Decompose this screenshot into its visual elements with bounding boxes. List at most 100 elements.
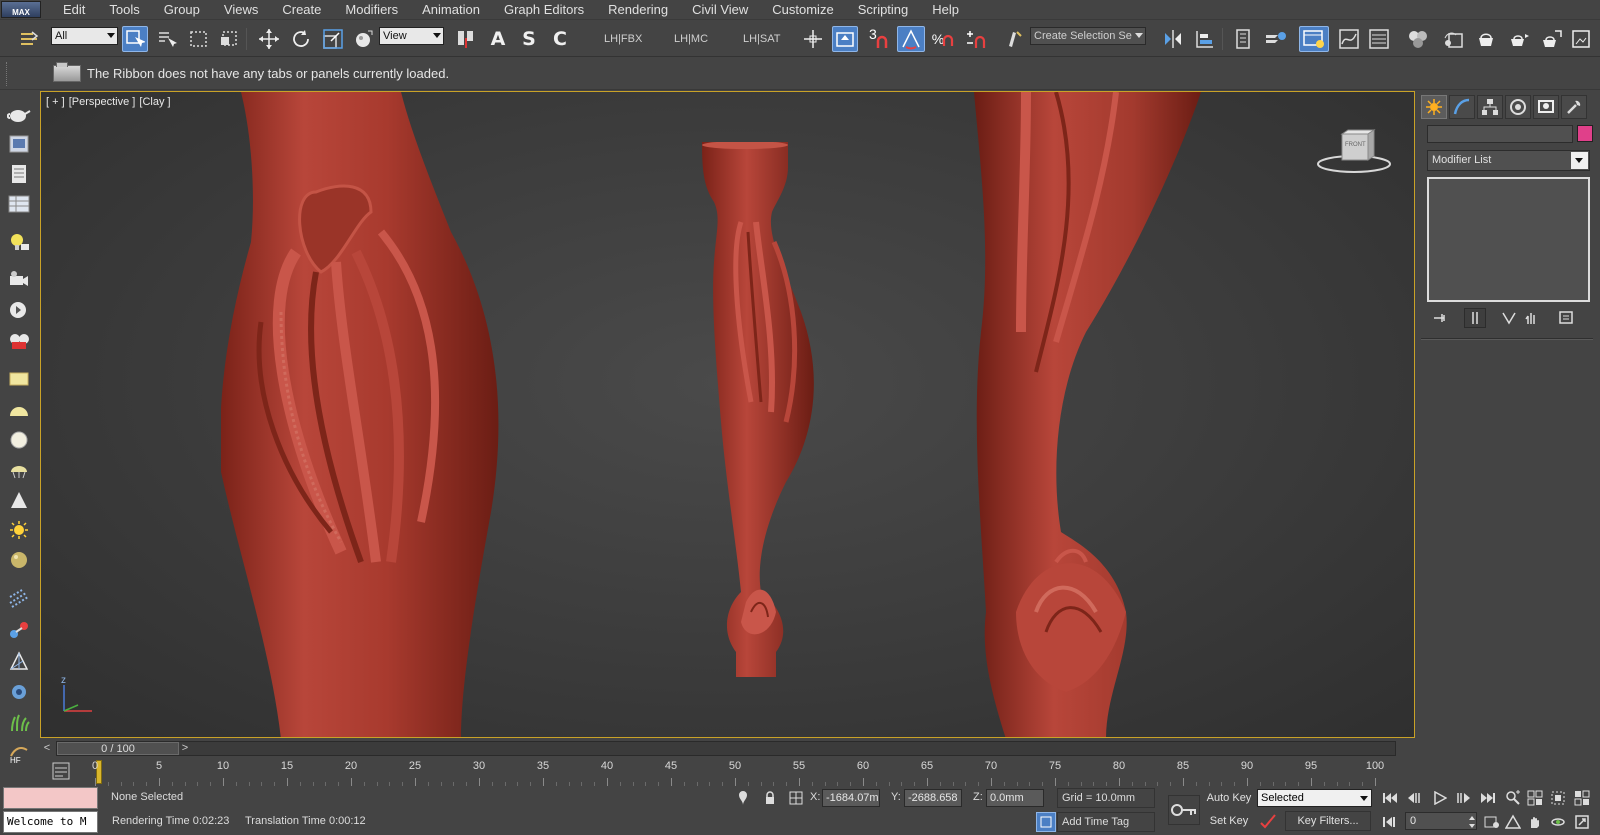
gear-icon[interactable] [6,680,32,704]
menu-civil-view[interactable]: Civil View [680,0,760,19]
modifier-list-dropdown[interactable]: Modifier List [1427,150,1590,171]
z-coordinate-field[interactable]: 0.0mm [986,789,1044,807]
hemisphere-icon[interactable] [6,398,32,422]
teapot-icon[interactable] [6,102,32,126]
viewport-menu-plus[interactable]: [ + ] [46,96,65,108]
menu-customize[interactable]: Customize [760,0,845,19]
rectangular-selection-button[interactable] [186,26,212,52]
list-panel-icon[interactable] [6,162,32,186]
carved-leg-right-closeup[interactable] [966,92,1206,738]
percent-snap-icon[interactable]: % [930,26,956,52]
viewport-label[interactable]: [ + ] [Perspective ] [Clay ] [46,96,172,108]
app-logo[interactable]: MAX [1,1,41,18]
zoom-extents-icon[interactable] [1548,788,1568,808]
angle-snap-button[interactable] [897,26,925,52]
play-icon[interactable] [1430,788,1450,808]
object-color-swatch[interactable] [1577,125,1593,142]
object-name-field[interactable] [1427,125,1573,143]
time-slider-track[interactable]: 0 / 100 [56,741,1396,756]
sphere-icon[interactable] [6,428,32,452]
y-coordinate-field[interactable]: -2688.658 [904,789,962,807]
letter-s-button[interactable]: S [517,26,541,52]
reference-coordinate-dropdown[interactable]: View [379,27,444,45]
carved-leg-left-closeup[interactable] [221,92,511,738]
previous-frame-icon[interactable] [1405,788,1425,808]
sound-icon[interactable] [6,298,32,322]
keyboard-shortcut-override-button[interactable] [832,26,858,52]
pivot-manipulate-icon[interactable] [800,26,826,52]
track-bar[interactable]: 0 5 10 15 20 25 30 35 40 45 50 55 60 65 … [40,758,1415,786]
dome-icon[interactable] [6,458,32,482]
menu-rendering[interactable]: Rendering [596,0,680,19]
toggle-scene-explorer-button[interactable] [1299,26,1329,52]
render-iterative-icon[interactable] [1538,26,1564,52]
plane-icon[interactable] [6,367,32,391]
molecule-icon[interactable] [6,618,32,642]
auto-key-button[interactable]: Auto Key [1205,788,1253,808]
create-tab-icon[interactable] [1421,95,1447,119]
modify-tab-icon[interactable] [1449,95,1475,119]
frame-ruler[interactable]: 0 5 10 15 20 25 30 35 40 45 50 55 60 65 … [92,758,1415,786]
table-panel-icon[interactable] [6,192,32,216]
light-bulb-icon[interactable] [6,230,32,254]
lh-fbx-button[interactable]: LH|FBX [604,33,642,45]
perspective-viewport[interactable]: [ + ] [Perspective ] [Clay ] FRONT z [40,91,1415,738]
x-coordinate-field[interactable]: -1684.07m [822,789,880,807]
show-end-result-icon[interactable] [1464,308,1486,328]
lh-mc-button[interactable]: LH|MC [674,33,708,45]
select-by-name-button[interactable] [154,26,180,52]
pin-stack-icon[interactable] [1430,308,1452,328]
zoom-all-icon[interactable] [1525,788,1545,808]
key-tangent-icon[interactable] [1258,811,1278,831]
modifier-stack[interactable] [1427,177,1590,302]
move-icon[interactable] [256,26,282,52]
add-time-tag-button[interactable]: Add Time Tag [1057,812,1155,832]
ribbon-grip[interactable] [6,62,8,86]
mirror-icon[interactable] [1160,26,1186,52]
lh-sat-button[interactable]: LH|SAT [743,33,781,45]
make-unique-icon[interactable] [1498,308,1520,328]
hair-fur-icon[interactable]: HF [6,741,32,765]
adaptive-degradation-icon[interactable] [1036,812,1056,832]
menu-views[interactable]: Views [212,0,270,19]
carved-leg-center-full[interactable] [696,142,826,682]
menu-graph-editors[interactable]: Graph Editors [492,0,596,19]
viewport-point-of-view[interactable]: [Perspective ] [69,96,136,108]
named-selection-dropdown[interactable]: Create Selection Se [1030,27,1146,45]
align-icon[interactable] [1192,26,1218,52]
frame-spinner-arrows-icon[interactable] [1467,812,1477,832]
material-editor-icon[interactable] [1404,26,1432,52]
key-mode-toggle-icon[interactable] [1380,812,1400,832]
snap-toggle-icon[interactable]: 3 [866,26,892,52]
letter-a-button[interactable]: A [486,26,510,52]
render-frame-window-icon[interactable] [1568,26,1594,52]
pan-hand-icon[interactable] [1525,812,1545,832]
scale-icon[interactable] [320,26,346,52]
time-slider[interactable]: < 0 / 100 > [40,740,1415,757]
film-reel-icon[interactable] [6,329,32,353]
place-icon[interactable] [350,26,376,52]
maximize-viewport-icon[interactable] [1572,812,1592,832]
go-to-start-icon[interactable] [1380,788,1400,808]
remove-modifier-icon[interactable] [1520,308,1542,328]
menu-help[interactable]: Help [920,0,971,19]
lock-icon[interactable] [760,788,780,808]
display-tab-icon[interactable] [1533,95,1559,119]
selection-filter-dropdown[interactable]: All [51,27,118,45]
scene-explorer-icon[interactable] [1262,26,1290,52]
go-to-end-icon[interactable] [1478,788,1498,808]
select-object-button[interactable] [122,26,148,52]
sun-icon[interactable] [6,518,32,542]
rendered-frame-window-icon[interactable] [1473,26,1499,52]
menu-animation[interactable]: Animation [410,0,492,19]
next-frame-icon[interactable] [1453,788,1473,808]
time-slider-prev-button[interactable]: < [40,741,54,756]
utilities-tab-icon[interactable] [1561,95,1587,119]
time-configuration-icon[interactable] [1482,812,1502,832]
viewport-shading[interactable]: [Clay ] [139,96,170,108]
menu-edit[interactable]: Edit [51,0,97,19]
undo-redo-icon[interactable] [16,26,42,52]
window-crossing-button[interactable] [216,26,242,52]
compass-icon[interactable] [6,649,32,673]
cone-icon[interactable] [6,488,32,512]
